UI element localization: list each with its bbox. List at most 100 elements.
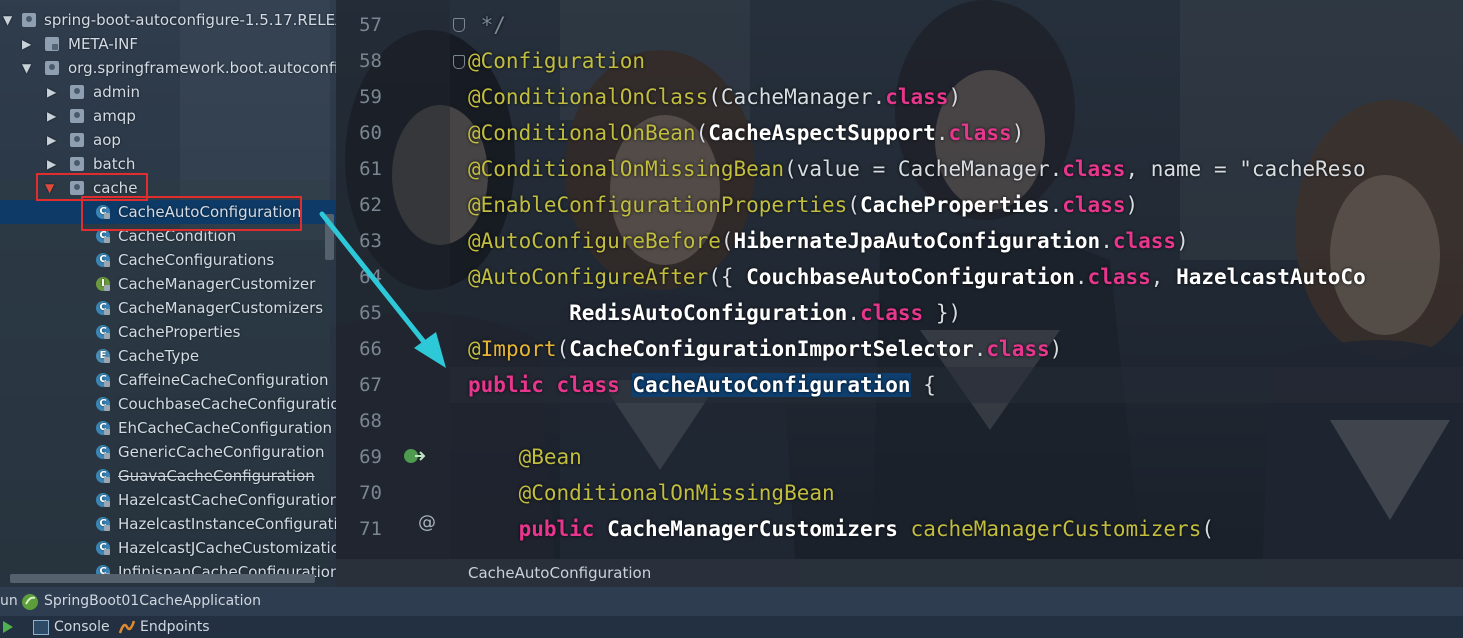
tree-item-guava-cache-configuration[interactable]: C GuavaCacheConfiguration — [0, 464, 336, 488]
tree-vertical-scrollbar[interactable] — [325, 214, 334, 260]
lock-icon — [104, 309, 110, 315]
tree-item-hazelcast-jcache-customization[interactable]: C HazelcastJCacheCustomization — [0, 536, 336, 560]
code-editor[interactable]: 57 58 59 60 61 62 63 64 65 66 67 68 69 7… — [336, 0, 1463, 587]
breadcrumb[interactable]: CacheAutoConfiguration — [468, 559, 651, 587]
code-line-64: @AutoConfigureAfter({ CouchbaseAutoConfi… — [468, 265, 1366, 289]
folder-icon — [45, 37, 59, 51]
console-icon — [33, 620, 49, 635]
code-line-62: @EnableConfigurationProperties(CacheProp… — [468, 193, 1139, 217]
lock-icon — [104, 333, 110, 339]
lock-icon — [104, 525, 110, 531]
code-line-66: @Import(CacheConfigurationImportSelector… — [468, 337, 1063, 361]
line-number: 71 — [359, 518, 382, 540]
tree-item-hazelcast-instance-configuration[interactable]: C HazelcastInstanceConfiguratio — [0, 512, 336, 536]
tree-item-cache-properties[interactable]: C CacheProperties — [0, 320, 336, 344]
code-line-57: */ — [468, 13, 506, 37]
tree-item-couchbase-cache-configuration[interactable]: C CouchbaseCacheConfiguration — [0, 392, 336, 416]
lock-icon — [104, 477, 110, 483]
tree-item-label: CacheConfigurations — [118, 251, 275, 269]
lock-icon — [104, 285, 110, 291]
run-toolbar: un SpringBoot01CacheApplication — [0, 587, 1463, 616]
tree-item-aop[interactable]: ▶ aop — [0, 128, 336, 152]
line-number: 69 — [359, 446, 382, 468]
selected-class-name[interactable]: CacheAutoConfiguration — [632, 373, 911, 397]
line-number: 62 — [359, 194, 382, 216]
chevron-right-icon[interactable]: ▶ — [47, 80, 56, 104]
tree-item-cache-type[interactable]: E CacheType — [0, 344, 336, 368]
tree-item-meta-inf[interactable]: ▶ META-INF — [0, 32, 336, 56]
tree-item-label: CaffeineCacheConfiguration — [118, 371, 329, 389]
chevron-right-icon[interactable]: ▶ — [47, 104, 56, 128]
lock-icon — [104, 357, 110, 363]
code-line-69: @Bean — [468, 445, 582, 469]
package-icon — [70, 85, 84, 99]
tree-item-label: CacheManagerCustomizers — [118, 299, 324, 317]
chevron-down-icon[interactable]: ▼ — [3, 8, 12, 32]
run-tool-window-tabs: Console Endpoints — [0, 616, 1463, 638]
line-number: 68 — [359, 410, 382, 432]
tree-item-amqp[interactable]: ▶ amqp — [0, 104, 336, 128]
code-line-71: public CacheManagerCustomizers cacheMana… — [518, 517, 1214, 541]
tree-item-cache-configurations[interactable]: C CacheConfigurations — [0, 248, 336, 272]
chevron-right-icon[interactable]: ▶ — [22, 32, 31, 56]
line-number: 59 — [359, 86, 382, 108]
line-number: 70 — [359, 482, 382, 504]
line-number: 66 — [359, 338, 382, 360]
spring-boot-icon — [22, 594, 38, 610]
code-line-65: RedisAutoConfiguration.class }) — [569, 301, 962, 325]
lock-icon — [104, 549, 110, 555]
tree-item-label: HazelcastCacheConfiguration — [118, 491, 336, 509]
line-number: 60 — [359, 122, 382, 144]
tree-item-cache-manager-customizer[interactable]: I CacheManagerCustomizer — [0, 272, 336, 296]
tree-item-package-root[interactable]: ▼ org.springframework.boot.autoconfi — [0, 56, 336, 80]
play-icon[interactable] — [2, 620, 14, 634]
line-number: 67 — [359, 374, 382, 396]
package-icon — [70, 157, 84, 171]
tree-item-caffeine-cache-configuration[interactable]: C CaffeineCacheConfiguration — [0, 368, 336, 392]
tree-item-ehcache-cache-configuration[interactable]: C EhCacheCacheConfiguration — [0, 416, 336, 440]
chevron-down-icon[interactable]: ▼ — [22, 56, 31, 80]
endpoints-icon — [118, 620, 136, 634]
package-icon — [70, 109, 84, 123]
line-number: 58 — [359, 50, 382, 72]
code-line-61: @ConditionalOnMissingBean(value = CacheM… — [468, 157, 1366, 181]
tree-horizontal-scrollbar[interactable] — [10, 574, 315, 583]
code-line-59: @ConditionalOnClass(CacheManager.class) — [468, 85, 962, 109]
fold-marker-icon[interactable] — [453, 55, 465, 69]
bean-run-icon[interactable] — [402, 446, 426, 466]
endpoints-tab[interactable]: Endpoints — [140, 619, 210, 635]
tree-item-label: HazelcastInstanceConfiguratio — [118, 515, 336, 533]
tree-item-label: GuavaCacheConfiguration — [118, 467, 315, 485]
run-tab-label[interactable]: un — [0, 593, 18, 609]
tree-item-label: CacheProperties — [118, 323, 241, 341]
tree-item-label: admin — [93, 83, 140, 101]
bulb-icon[interactable]: Import — [481, 337, 557, 361]
tree-item-generic-cache-configuration[interactable]: C GenericCacheConfiguration — [0, 440, 336, 464]
tree-item-cache-manager-customizers[interactable]: C CacheManagerCustomizers — [0, 296, 336, 320]
code-line-67: public class CacheAutoConfiguration { — [468, 373, 936, 397]
tree-item-label: spring-boot-autoconfigure-1.5.17.RELEA — [44, 11, 336, 29]
lock-icon — [104, 261, 110, 267]
line-number: 65 — [359, 302, 382, 324]
jar-icon — [22, 13, 36, 27]
console-tab[interactable]: Console — [54, 619, 110, 635]
chevron-right-icon[interactable]: ▶ — [47, 128, 56, 152]
highlight-box-cache-auto-configuration — [81, 196, 302, 231]
lock-icon — [104, 453, 110, 459]
line-number: 64 — [359, 266, 382, 288]
lock-icon — [104, 501, 110, 507]
code-line-58: @Configuration — [468, 49, 646, 73]
tree-item-admin[interactable]: ▶ admin — [0, 80, 336, 104]
lock-icon — [104, 237, 110, 243]
package-icon — [70, 133, 84, 147]
fold-marker-icon[interactable] — [453, 18, 465, 32]
override-at-icon[interactable]: @ — [418, 512, 436, 533]
lock-icon — [104, 381, 110, 387]
tree-item-label: GenericCacheConfiguration — [118, 443, 325, 461]
code-line-70: @ConditionalOnMissingBean — [468, 481, 835, 505]
package-icon — [45, 61, 59, 75]
tree-item-hazelcast-cache-configuration[interactable]: C HazelcastCacheConfiguration — [0, 488, 336, 512]
tree-root-jar[interactable]: ▼ spring-boot-autoconfigure-1.5.17.RELEA — [0, 8, 336, 32]
run-configuration-name[interactable]: SpringBoot01CacheApplication — [44, 593, 261, 609]
line-number: 57 — [359, 14, 382, 36]
